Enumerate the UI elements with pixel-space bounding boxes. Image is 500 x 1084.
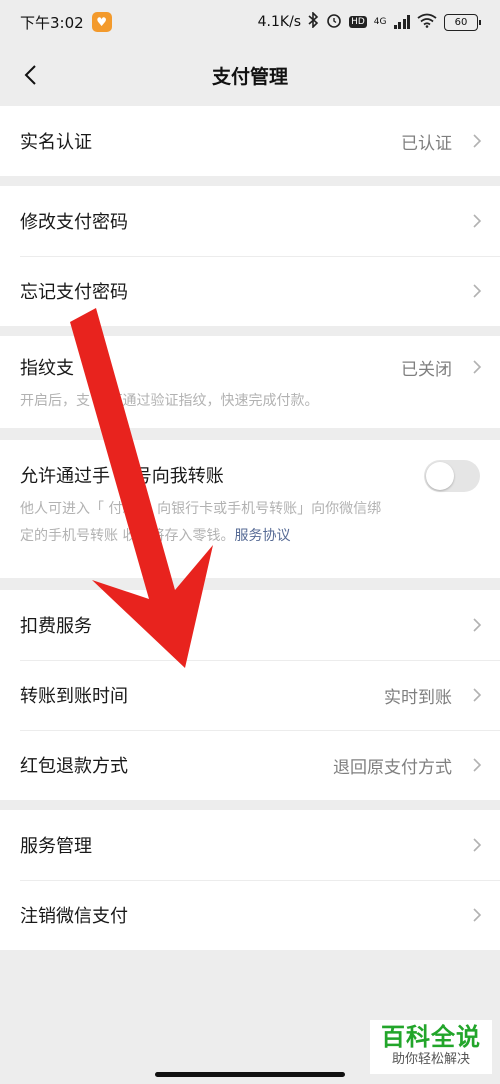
row-service-management[interactable]: 服务管理	[0, 810, 500, 880]
network-speed: 4.1K/s	[257, 14, 302, 30]
alarm-icon	[326, 12, 342, 32]
row-label: 修改支付密码	[20, 212, 128, 233]
chevron-right-icon	[473, 214, 482, 228]
row-fingerprint-pay[interactable]: 指纹支 已关闭	[0, 336, 500, 398]
network-type: 4G	[373, 16, 387, 27]
row-forgot-password[interactable]: 忘记支付密码	[0, 256, 500, 326]
group-services: 扣费服务 转账到账时间 实时到账 红包退款方式 退回原支付方式	[0, 590, 500, 800]
signal-icon	[393, 15, 410, 29]
row-value: 退回原支付方式	[333, 757, 452, 778]
row-change-password[interactable]: 修改支付密码	[0, 186, 500, 256]
watermark-main: 百科全说	[381, 1023, 481, 1051]
group-phone-transfer: 允许通过手 机号向我转账 他人可进入「 付款 > 向银行卡或手机号转账」向你微信…	[0, 440, 500, 578]
back-button[interactable]	[14, 59, 46, 91]
battery-icon: 60	[444, 13, 481, 31]
row-transfer-arrival-time[interactable]: 转账到账时间 实时到账	[0, 660, 500, 730]
row-real-name-verify[interactable]: 实名认证 已认证	[0, 106, 500, 176]
row-label: 指纹支	[20, 358, 74, 379]
description-text: 定的手机号转账 收款将存入零钱。	[20, 528, 235, 544]
toggle-knob	[426, 462, 454, 490]
row-red-packet-refund[interactable]: 红包退款方式 退回原支付方式	[0, 730, 500, 800]
row-value: 实时到账	[384, 687, 452, 708]
group-verify: 实名认证 已认证	[0, 106, 500, 176]
bluetooth-icon	[308, 11, 319, 32]
watermark-logo: 百科全说 助你轻松解决	[370, 1020, 492, 1074]
description-line-2: 定的手机号转账 收款将存入零钱。服务协议	[20, 523, 480, 550]
row-value: 已关闭	[401, 359, 452, 380]
row-phone-transfer: 允许通过手 机号向我转账	[0, 440, 500, 510]
wifi-icon	[417, 13, 437, 32]
row-label: 转账到账时间	[20, 686, 128, 707]
app-notification-icon: ♥	[91, 12, 112, 32]
group-fingerprint: 指纹支 已关闭 开启后，支 时可通过验证指纹，快速完成付款。	[0, 336, 500, 428]
chevron-right-icon	[473, 618, 482, 632]
chevron-right-icon	[473, 134, 482, 148]
chevron-left-icon	[24, 65, 36, 85]
watermark-sub: 助你轻松解决	[391, 1052, 470, 1067]
status-bar: 下午3:02 ♥ 4.1K/s HD 4G 60	[0, 0, 500, 44]
battery-level: 60	[454, 16, 468, 28]
group-password: 修改支付密码 忘记支付密码	[0, 186, 500, 326]
service-agreement-link[interactable]: 服务协议	[234, 528, 290, 544]
phone-transfer-toggle[interactable]	[424, 460, 480, 492]
nav-bar: 支付管理	[0, 44, 500, 106]
chevron-right-icon	[473, 688, 482, 702]
row-label: 注销微信支付	[20, 906, 128, 927]
row-cancel-wechat-pay[interactable]: 注销微信支付	[0, 880, 500, 950]
row-label: 扣费服务	[20, 616, 92, 637]
hd-badge: HD	[349, 16, 367, 28]
page-title: 支付管理	[211, 65, 288, 88]
row-deduction-service[interactable]: 扣费服务	[0, 590, 500, 660]
row-label: 红包退款方式	[20, 756, 128, 777]
chevron-right-icon	[473, 758, 482, 772]
chevron-right-icon	[473, 284, 482, 298]
row-label: 服务管理	[20, 836, 92, 857]
row-value: 已认证	[401, 133, 452, 154]
group-management: 服务管理 注销微信支付	[0, 810, 500, 950]
row-label: 忘记支付密码	[20, 282, 128, 303]
row-label: 实名认证	[20, 132, 92, 153]
chevron-right-icon	[473, 838, 482, 852]
row-label: 允许通过手 机号向我转账	[20, 466, 224, 487]
chevron-right-icon	[473, 360, 482, 374]
home-indicator[interactable]	[155, 1072, 345, 1077]
status-time: 下午3:02	[20, 13, 84, 32]
chevron-right-icon	[473, 908, 482, 922]
